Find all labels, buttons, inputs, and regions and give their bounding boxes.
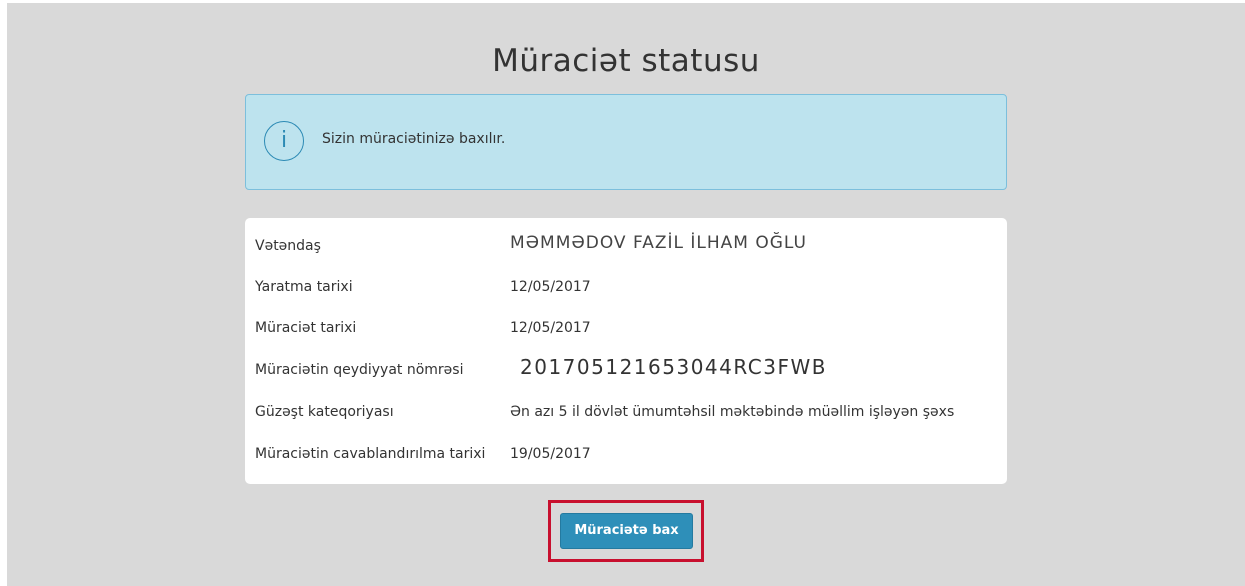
page-title: Müraciət statusu xyxy=(492,43,760,79)
info-icon: i xyxy=(264,121,304,161)
detail-row-discount-category: Güzəşt kateqoriyası Ən azı 5 il dövlət ü… xyxy=(245,390,1007,430)
citizen-label: Vətəndaş xyxy=(255,238,321,254)
detail-row-created-date: Yaratma tarixi 12/05/2017 xyxy=(245,266,1007,306)
discount-category-label: Güzəşt kateqoriyası xyxy=(255,404,394,420)
response-date-value: 19/05/2017 xyxy=(510,446,591,462)
status-alert: i Sizin müraciətinizə baxılır. xyxy=(245,94,1007,190)
application-date-value: 12/05/2017 xyxy=(510,320,591,336)
registration-number-label: Müraciətin qeydiyyat nömrəsi xyxy=(255,362,464,378)
application-date-label: Müraciət tarixi xyxy=(255,320,357,336)
citizen-value: MƏMMƏDOV FAZİL İLHAM OĞLU xyxy=(510,233,807,253)
response-date-label: Müraciətin cavablandırılma tarixi xyxy=(255,446,486,462)
created-date-label: Yaratma tarixi xyxy=(255,279,353,295)
view-application-button[interactable]: Müraciətə bax xyxy=(560,513,693,549)
detail-row-response-date: Müraciətin cavablandırılma tarixi 19/05/… xyxy=(245,432,1007,472)
registration-number-value: 201705121653044RC3FWB xyxy=(520,355,827,379)
page-background: Müraciət statusu i Sizin müraciətinizə b… xyxy=(7,3,1245,586)
status-message: Sizin müraciətinizə baxılır. xyxy=(322,131,506,147)
discount-category-value: Ən azı 5 il dövlət ümumtəhsil məktəbində… xyxy=(510,404,955,420)
detail-row-registration-number: Müraciətin qeydiyyat nömrəsi 20170512165… xyxy=(245,348,1007,388)
application-details-card: Vətəndaş MƏMMƏDOV FAZİL İLHAM OĞLU Yarat… xyxy=(245,218,1007,484)
detail-row-application-date: Müraciət tarixi 12/05/2017 xyxy=(245,306,1007,346)
created-date-value: 12/05/2017 xyxy=(510,279,591,295)
detail-row-citizen: Vətəndaş MƏMMƏDOV FAZİL İLHAM OĞLU xyxy=(245,226,1007,266)
